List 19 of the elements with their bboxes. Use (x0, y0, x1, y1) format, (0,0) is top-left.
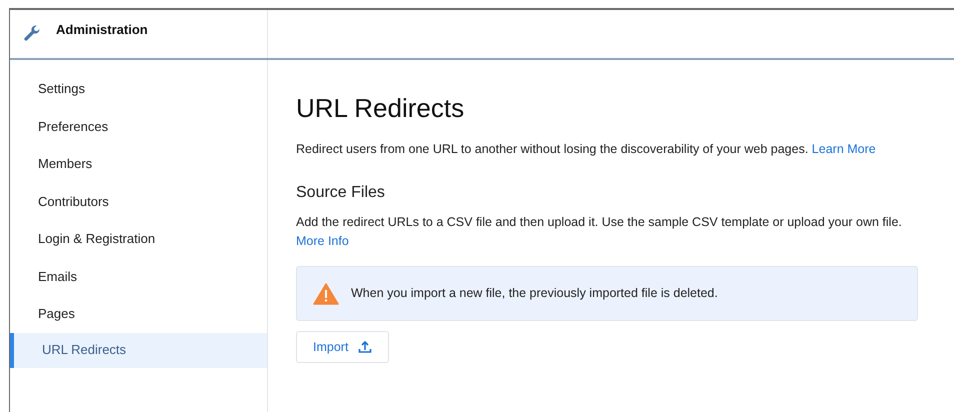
sidebar-item[interactable]: URL Redirects (10, 332, 267, 368)
upload-icon (358, 340, 372, 354)
sidebar-item[interactable]: Emails (10, 258, 267, 295)
section-text: Add the redirect URLs to a CSV file and then upload it. Use the sample CSV template or upload your own file. More Info (296, 214, 903, 250)
sidebar-item[interactable]: Pages (10, 295, 267, 332)
import-button[interactable]: Import (296, 331, 390, 363)
more-info-link[interactable]: More Info (296, 234, 349, 248)
sidebar-item[interactable]: Preferences (10, 108, 267, 145)
warning-icon (313, 282, 339, 304)
page-title: URL Redirects (296, 92, 466, 124)
description-text: Redirect users from one URL to another without losing the discoverability of your web pages. Learn More (296, 141, 877, 158)
header-title: Administration (56, 21, 148, 39)
sidebar-item[interactable]: Login & Registration (10, 220, 267, 258)
alert-text: When you import a new file, the previously imported file is deleted. (351, 285, 718, 302)
sidebar-item[interactable]: Contributors (10, 182, 267, 220)
sidebar-item[interactable]: Settings (10, 70, 267, 108)
section-title: Source Files (296, 183, 386, 203)
sidebar-item[interactable]: Members (10, 145, 267, 182)
learn-more-link[interactable]: Learn More (812, 142, 876, 156)
